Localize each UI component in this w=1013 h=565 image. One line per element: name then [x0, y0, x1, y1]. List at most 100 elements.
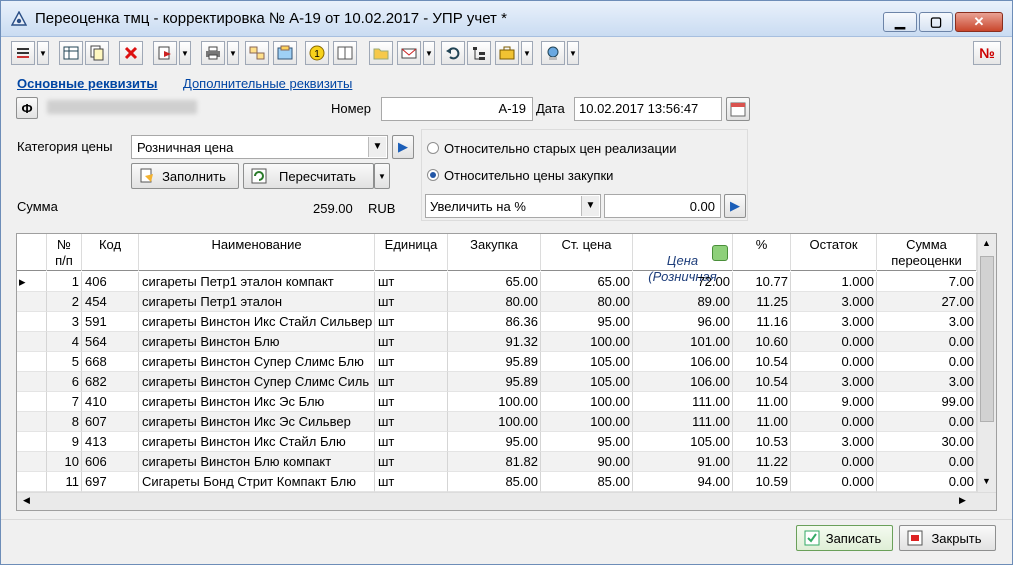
cell-purchase[interactable]: 65.00 — [448, 272, 541, 292]
cell-revaluation-sum[interactable]: 0.00 — [877, 472, 977, 492]
row-marker[interactable] — [17, 472, 47, 492]
cell-unit[interactable]: шт — [375, 352, 448, 372]
cell-code[interactable]: 406 — [82, 272, 139, 292]
cell-purchase[interactable]: 95.89 — [448, 372, 541, 392]
column-header-balance[interactable]: Остаток — [791, 234, 877, 271]
column-header-revaluation-sum[interactable]: Сумма переоценки — [877, 234, 977, 271]
cell-number[interactable]: 4 — [47, 332, 82, 352]
date-field[interactable]: 10.02.2017 13:56:47 — [574, 97, 722, 121]
column-header-name[interactable]: Наименование — [139, 234, 375, 271]
cell-revaluation-sum[interactable]: 3.00 — [877, 372, 977, 392]
cell-name[interactable]: сигареты Винстон Супер Слимс Блю — [139, 352, 375, 372]
cell-revaluation-sum[interactable]: 0.00 — [877, 332, 977, 352]
table-row[interactable]: 5 668 сигареты Винстон Супер Слимс Блю шт 95… — [17, 352, 977, 372]
cell-purchase[interactable]: 81.82 — [448, 452, 541, 472]
cell-new-price[interactable]: 101.00 — [633, 332, 733, 352]
cell-balance[interactable]: 0.000 — [791, 332, 877, 352]
maximize-button[interactable]: ▢ — [919, 12, 953, 32]
coin-button[interactable]: 1 — [305, 41, 329, 65]
cell-old-price[interactable]: 65.00 — [541, 272, 633, 292]
cell-old-price[interactable]: 100.00 — [541, 392, 633, 412]
cell-revaluation-sum[interactable]: 0.00 — [877, 352, 977, 372]
scroll-thumb[interactable] — [980, 256, 994, 422]
vertical-scrollbar[interactable]: ▲ ▼ — [977, 234, 996, 492]
cell-code[interactable]: 591 — [82, 312, 139, 332]
cell-percent[interactable]: 11.00 — [733, 392, 791, 412]
column-header-number[interactable]: № п/п — [47, 234, 82, 271]
cell-number[interactable]: 9 — [47, 432, 82, 452]
scroll-right-icon[interactable]: ▶ — [959, 495, 966, 506]
cell-purchase[interactable]: 95.00 — [448, 432, 541, 452]
column-header-new-price[interactable]: Цена (Розничная — [633, 234, 733, 284]
briefcase-dropdown[interactable]: ▼ — [521, 41, 533, 65]
cell-revaluation-sum[interactable]: 7.00 — [877, 272, 977, 292]
column-header-unit[interactable]: Единица — [375, 234, 448, 271]
cell-code[interactable]: 606 — [82, 452, 139, 472]
cell-unit[interactable]: шт — [375, 292, 448, 312]
cell-name[interactable]: Сигареты Бонд Стрит Компакт Блю — [139, 472, 375, 492]
recalculate-button[interactable]: Пересчитать — [243, 163, 374, 189]
cell-new-price[interactable]: 91.00 — [633, 452, 733, 472]
folder-button[interactable] — [369, 41, 393, 65]
scroll-down-icon[interactable]: ▼ — [982, 476, 991, 486]
row-marker[interactable] — [17, 432, 47, 452]
tree-button[interactable] — [467, 41, 491, 65]
save-button[interactable]: Записать — [796, 525, 893, 551]
structure-button[interactable] — [245, 41, 269, 65]
briefcase-button[interactable] — [495, 41, 519, 65]
table-row[interactable]: 7 410 сигареты Винстон Икс Эс Блю шт 100.00 1… — [17, 392, 977, 412]
cell-purchase[interactable]: 80.00 — [448, 292, 541, 312]
cell-old-price[interactable]: 105.00 — [541, 352, 633, 372]
number-field[interactable]: А-19 — [381, 97, 533, 121]
cell-purchase[interactable]: 91.32 — [448, 332, 541, 352]
cell-balance[interactable]: 3.000 — [791, 292, 877, 312]
radio-purchase-price[interactable] — [427, 169, 439, 181]
items-table[interactable]: № п/п Код Наименование Единица Закупка С… — [16, 233, 997, 511]
scroll-up-icon[interactable]: ▲ — [982, 238, 991, 248]
table-row[interactable]: 4 564 сигареты Винстон Блю шт 91.32 100.00 101… — [17, 332, 977, 352]
cell-number[interactable]: 7 — [47, 392, 82, 412]
cell-code[interactable]: 607 — [82, 412, 139, 432]
cell-unit[interactable]: шт — [375, 432, 448, 452]
cell-unit[interactable]: шт — [375, 272, 448, 292]
cell-percent[interactable]: 10.77 — [733, 272, 791, 292]
cell-percent[interactable]: 10.60 — [733, 332, 791, 352]
cell-percent[interactable]: 10.54 — [733, 352, 791, 372]
table-row[interactable]: 3 591 сигареты Винстон Икс Стайл Сильвер шт… — [17, 312, 977, 332]
copy-button[interactable] — [85, 41, 109, 65]
cell-balance[interactable]: 1.000 — [791, 272, 877, 292]
cell-revaluation-sum[interactable]: 0.00 — [877, 452, 977, 472]
row-marker[interactable] — [17, 412, 47, 432]
cell-code[interactable]: 668 — [82, 352, 139, 372]
table-row[interactable]: ▸ 1 406 сигареты Петр1 эталон компакт шт 65.0… — [17, 272, 977, 292]
cell-code[interactable]: 564 — [82, 332, 139, 352]
cell-number[interactable]: 6 — [47, 372, 82, 392]
cell-unit[interactable]: шт — [375, 392, 448, 412]
cell-purchase[interactable]: 100.00 — [448, 392, 541, 412]
table-row[interactable]: 6 682 сигареты Винстон Супер Слимс Силь шт 9… — [17, 372, 977, 392]
percent-apply-button[interactable]: ▶ — [724, 194, 746, 218]
cell-new-price[interactable]: 96.00 — [633, 312, 733, 332]
cell-name[interactable]: сигареты Винстон Икс Стайл Сильвер — [139, 312, 375, 332]
table-row[interactable]: 8 607 сигареты Винстон Икс Эс Сильвер шт 100… — [17, 412, 977, 432]
radio-old-prices[interactable] — [427, 142, 439, 154]
book-button[interactable] — [333, 41, 357, 65]
cell-new-price[interactable]: 106.00 — [633, 372, 733, 392]
numbering-button[interactable]: № — [973, 41, 1001, 65]
cell-name[interactable]: сигареты Винстон Блю — [139, 332, 375, 352]
horizontal-scrollbar[interactable]: ◀ ▶ — [17, 492, 996, 510]
row-marker[interactable] — [17, 392, 47, 412]
chevron-down-icon[interactable]: ▼ — [368, 137, 386, 157]
tab-main-requisites[interactable]: Основные реквизиты — [17, 76, 158, 91]
cell-old-price[interactable]: 95.00 — [541, 432, 633, 452]
table-row[interactable]: 10 606 сигареты Винстон Блю компакт шт 81.82… — [17, 452, 977, 472]
cell-percent[interactable]: 11.25 — [733, 292, 791, 312]
cell-revaluation-sum[interactable]: 99.00 — [877, 392, 977, 412]
minimize-button[interactable]: ▁ — [883, 12, 917, 32]
actions-menu-dropdown[interactable]: ▼ — [37, 41, 49, 65]
cell-name[interactable]: сигареты Винстон Икс Эс Сильвер — [139, 412, 375, 432]
price-category-open-button[interactable]: ▶ — [392, 135, 414, 159]
cell-unit[interactable]: шт — [375, 472, 448, 492]
cell-new-price[interactable]: 111.00 — [633, 412, 733, 432]
cell-number[interactable]: 11 — [47, 472, 82, 492]
